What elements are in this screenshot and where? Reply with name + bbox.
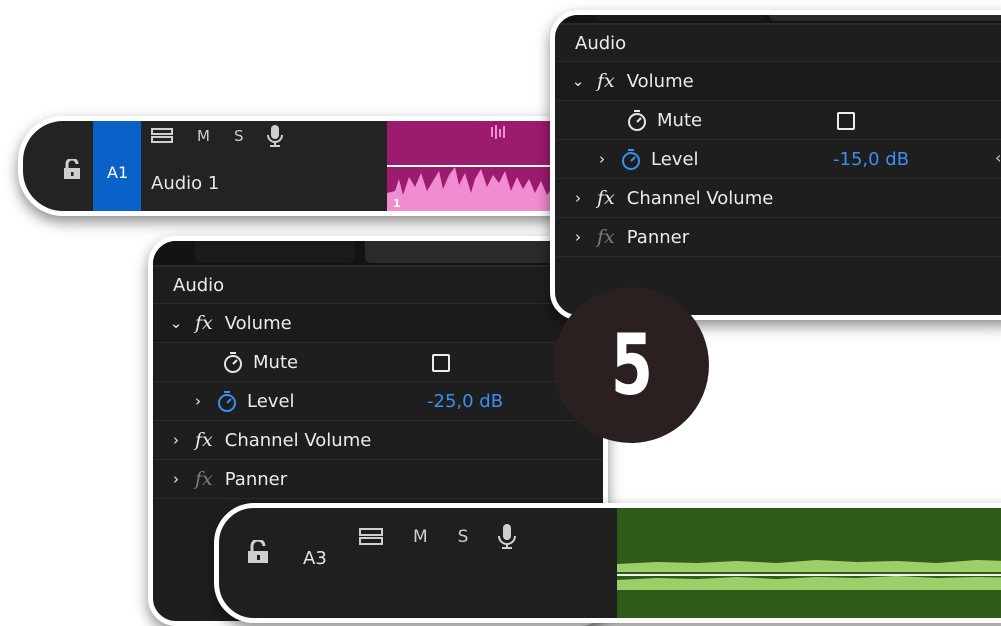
chevron-right-icon[interactable]: › [569, 228, 587, 246]
microphone-icon[interactable] [498, 523, 517, 551]
fx-icon[interactable]: fx [195, 429, 213, 451]
section-title: Audio [575, 32, 627, 54]
fx-icon[interactable]: fx [195, 312, 213, 334]
track-label: A1 [107, 163, 129, 182]
chevron-right-icon[interactable]: › [189, 392, 207, 410]
chevron-down-icon[interactable]: ⌄ [569, 72, 587, 90]
microphone-icon[interactable] [267, 124, 284, 148]
solo-track-toggle[interactable]: S [234, 127, 244, 145]
param-level: › Level -25,0 dB [153, 382, 603, 421]
track-name: Audio 1 [151, 173, 220, 194]
panel-tab[interactable] [769, 15, 1001, 21]
level-value[interactable]: -25,0 dB [427, 391, 503, 412]
effect-panner[interactable]: › fx Panner [555, 218, 1001, 257]
param-mute: Mute [153, 343, 603, 382]
mute-checkbox[interactable] [837, 112, 855, 130]
param-label: Level [247, 390, 295, 412]
section-header-audio: Audio [555, 25, 1001, 62]
panel-tab[interactable] [595, 15, 765, 21]
stopwatch-icon[interactable] [621, 148, 641, 170]
panel-tab[interactable] [195, 241, 355, 263]
clip-number: 1 [393, 197, 401, 210]
track-a1: A1 M S Audio 1 1 [18, 116, 608, 216]
section-title: Audio [173, 274, 225, 296]
mute-track-toggle[interactable]: M [197, 127, 210, 145]
mute-checkbox[interactable] [432, 354, 450, 372]
param-label: Mute [657, 109, 703, 131]
panel-tab-bar [555, 15, 1001, 25]
effect-controls-panel-upper: Audio ⌄ fx Volume Mute › Level -15,0 dB … [550, 10, 1001, 320]
effect-name: Volume [626, 70, 694, 92]
param-label: Level [651, 148, 699, 170]
fx-icon[interactable]: fx [597, 70, 615, 92]
track-a3-controls: M S [359, 523, 517, 551]
chevron-left-icon[interactable]: ‹ [995, 148, 1001, 167]
stopwatch-icon[interactable] [223, 351, 243, 373]
track-a1-controls: M S [151, 121, 284, 151]
step-number: 5 [610, 316, 653, 414]
effect-name: Channel Volume [224, 429, 372, 451]
effect-volume[interactable]: ⌄ fx Volume [153, 304, 603, 343]
param-level: › Level -15,0 dB ‹ [555, 140, 1001, 179]
effect-channel-volume[interactable]: › fx Channel Volume [555, 179, 1001, 218]
effect-panner[interactable]: › fx Panner [153, 460, 603, 499]
sync-lock-icon[interactable] [359, 528, 383, 546]
track-label: A3 [303, 548, 327, 569]
section-header-audio: Audio [153, 267, 603, 304]
stopwatch-icon[interactable] [217, 390, 237, 412]
volume-rubber-band[interactable] [617, 574, 1001, 576]
chevron-right-icon[interactable]: › [167, 470, 185, 488]
panel-tab-bar [153, 241, 603, 267]
track-a3: A3 M S [214, 503, 1001, 623]
chevron-right-icon[interactable]: › [167, 431, 185, 449]
effect-name: Panner [224, 468, 288, 490]
audio-clip[interactable] [617, 508, 1001, 618]
solo-track-toggle[interactable]: S [458, 527, 469, 547]
effect-name: Channel Volume [626, 187, 774, 209]
lock-open-icon[interactable] [247, 540, 269, 564]
effect-volume[interactable]: ⌄ fx Volume [555, 62, 1001, 101]
effect-channel-volume[interactable]: › fx Channel Volume [153, 421, 603, 460]
effect-name: Volume [224, 312, 292, 334]
mute-track-toggle[interactable]: M [413, 527, 428, 547]
chevron-right-icon[interactable]: › [593, 150, 611, 168]
chevron-down-icon[interactable]: ⌄ [167, 314, 185, 332]
fx-icon[interactable]: fx [195, 468, 213, 490]
level-value[interactable]: -15,0 dB [833, 149, 909, 170]
param-label: Mute [253, 351, 299, 373]
sync-lock-icon[interactable] [151, 128, 173, 144]
waveform [617, 560, 1001, 590]
chevron-right-icon[interactable]: › [569, 189, 587, 207]
effect-name: Panner [626, 226, 690, 248]
fx-icon[interactable]: fx [597, 187, 615, 209]
stopwatch-icon[interactable] [627, 109, 647, 131]
param-mute: Mute [555, 101, 1001, 140]
step-number-badge: 5 [553, 287, 709, 443]
fx-icon[interactable]: fx [597, 226, 615, 248]
lock-open-icon[interactable] [63, 159, 81, 179]
